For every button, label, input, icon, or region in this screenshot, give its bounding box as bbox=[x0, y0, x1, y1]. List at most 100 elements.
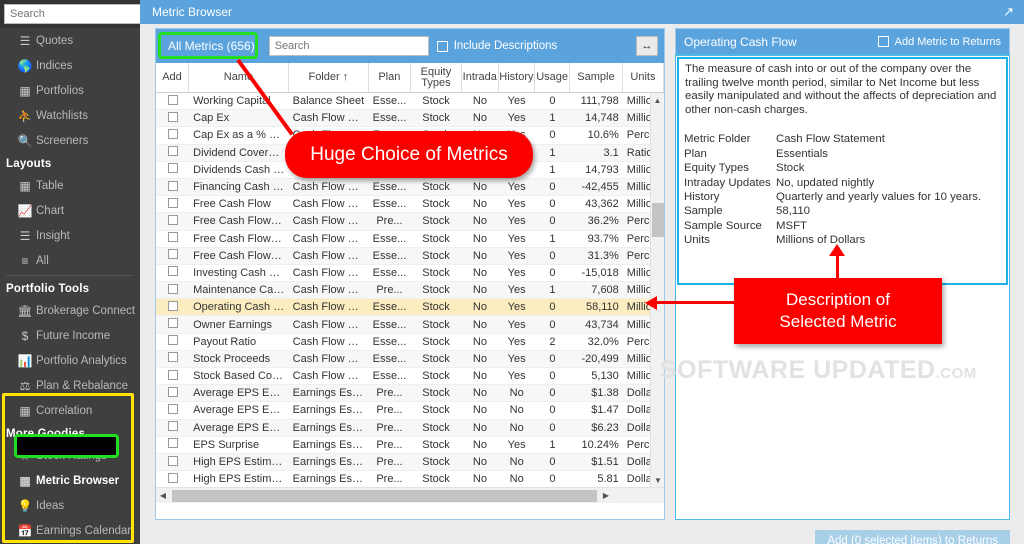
row-checkbox-cell[interactable] bbox=[156, 455, 189, 469]
row-checkbox[interactable] bbox=[167, 421, 178, 432]
row-checkbox[interactable] bbox=[167, 369, 178, 380]
row-checkbox[interactable] bbox=[167, 94, 178, 105]
row-checkbox-cell[interactable] bbox=[156, 335, 189, 348]
row-checkbox-cell[interactable] bbox=[156, 318, 189, 331]
column-header-plan[interactable]: Plan bbox=[369, 63, 411, 92]
sidebar-item-future-income[interactable]: $ Future Income bbox=[0, 323, 140, 348]
row-checkbox-cell[interactable] bbox=[156, 146, 189, 159]
sidebar-item-watchlists[interactable]: ⛹ Watchlists bbox=[0, 103, 140, 128]
row-checkbox[interactable] bbox=[167, 249, 178, 260]
column-header-equity-types[interactable]: Equity Types bbox=[411, 63, 462, 92]
sidebar-item-screeners[interactable]: 🔍 Screeners bbox=[0, 128, 140, 153]
arrows-horizontal-icon[interactable]: ↔ bbox=[636, 36, 658, 56]
row-checkbox-cell[interactable] bbox=[156, 352, 189, 365]
column-header-name[interactable]: Name bbox=[189, 63, 289, 92]
sidebar-item-table[interactable]: ▦ Table bbox=[0, 173, 140, 198]
row-checkbox-cell[interactable] bbox=[156, 438, 189, 451]
scroll-left-icon[interactable]: ◀ bbox=[156, 491, 170, 500]
sidebar-item-portfolios[interactable]: ▦ Portfolios bbox=[0, 78, 140, 103]
row-checkbox-cell[interactable] bbox=[156, 403, 189, 417]
row-checkbox-cell[interactable] bbox=[156, 163, 189, 176]
column-header-units[interactable]: Units bbox=[623, 63, 665, 92]
sidebar-item-portfolio-analytics[interactable]: 📊 Portfolio Analytics bbox=[0, 348, 140, 373]
vertical-scrollbar[interactable]: ▲ ▼ bbox=[650, 93, 664, 487]
row-checkbox-cell[interactable] bbox=[156, 283, 189, 297]
row-checkbox-cell[interactable] bbox=[156, 232, 189, 245]
row-checkbox[interactable] bbox=[167, 146, 178, 157]
table-row[interactable]: Stock Based Comp... Cash Flow Stat... Esse… bbox=[156, 368, 664, 386]
table-row[interactable]: High EPS Estimate ... Earnings Estim... Pr… bbox=[156, 471, 664, 487]
row-checkbox-cell[interactable] bbox=[156, 180, 189, 194]
row-checkbox-cell[interactable] bbox=[156, 197, 189, 211]
row-checkbox-cell[interactable] bbox=[156, 369, 189, 383]
row-checkbox-cell[interactable] bbox=[156, 300, 189, 314]
table-row[interactable]: Average EPS Estim... Earnings Estim... Pre… bbox=[156, 402, 664, 420]
sidebar-item-chart[interactable]: 📈 Chart bbox=[0, 198, 140, 223]
add-metric-to-returns-option[interactable]: Add Metric to Returns bbox=[877, 36, 1001, 48]
table-row[interactable]: High EPS Estimate ... Earnings Estim... Pr… bbox=[156, 453, 664, 472]
table-row[interactable]: Free Cash Flow as ... Cash Flow Stat... Es… bbox=[156, 247, 664, 265]
include-descriptions-checkbox[interactable] bbox=[436, 40, 448, 52]
row-checkbox-cell[interactable] bbox=[156, 249, 189, 262]
column-header-usages[interactable]: Usage bbox=[535, 63, 571, 92]
sidebar-search-input[interactable] bbox=[4, 4, 158, 24]
vertical-scroll-thumb[interactable] bbox=[652, 203, 664, 237]
scroll-up-icon[interactable]: ▲ bbox=[651, 93, 664, 107]
table-row[interactable]: Average EPS Estim... Earnings Estim... Pre… bbox=[156, 419, 664, 437]
row-checkbox[interactable] bbox=[167, 163, 178, 174]
row-checkbox-cell[interactable] bbox=[156, 94, 189, 108]
sidebar-item-metric-browser[interactable]: ▦ Metric Browser bbox=[0, 468, 140, 493]
table-row[interactable]: Stock Proceeds Cash Flow Stat... Esse... St… bbox=[156, 350, 664, 368]
row-checkbox[interactable] bbox=[167, 386, 178, 397]
row-checkbox[interactable] bbox=[167, 283, 178, 294]
row-checkbox-cell[interactable] bbox=[156, 214, 189, 228]
row-checkbox[interactable] bbox=[167, 128, 178, 139]
table-row[interactable]: Operating Cash Flow Cash Flow Stat... Esse… bbox=[156, 299, 664, 317]
sidebar-item-correlation[interactable]: ▦ Correlation bbox=[0, 398, 140, 423]
include-descriptions-option[interactable]: Include Descriptions bbox=[436, 40, 557, 52]
sidebar-item-brokerage-connect[interactable]: 🏛 Brokerage Connect bbox=[0, 298, 140, 323]
row-checkbox[interactable] bbox=[167, 214, 178, 225]
sidebar-item-indices[interactable]: 🌎 Indices bbox=[0, 53, 140, 78]
external-link-icon[interactable]: ↗ bbox=[1003, 4, 1014, 20]
sidebar-item-plan-rebalance[interactable]: ⚖ Plan & Rebalance bbox=[0, 373, 140, 398]
row-checkbox[interactable] bbox=[167, 335, 178, 346]
table-row[interactable]: Free Cash Flow Cash Flow Stat... Esse... St… bbox=[156, 196, 664, 214]
row-checkbox[interactable] bbox=[167, 352, 178, 363]
row-checkbox[interactable] bbox=[167, 300, 178, 311]
row-checkbox[interactable] bbox=[167, 318, 178, 329]
scroll-right-icon[interactable]: ▶ bbox=[599, 491, 613, 500]
sidebar-item-ideas[interactable]: 💡 Ideas bbox=[0, 493, 140, 518]
horizontal-scrollbar[interactable]: ◀ ▶ bbox=[156, 487, 664, 503]
sidebar-item-earnings-calendar[interactable]: 📅 Earnings Calendar bbox=[0, 518, 140, 543]
table-row[interactable]: Investing Cash Flow Cash Flow Stat... Esse… bbox=[156, 265, 664, 283]
sidebar-item-all[interactable]: ≡ All bbox=[0, 248, 140, 273]
row-checkbox[interactable] bbox=[167, 180, 178, 191]
column-header-history[interactable]: History bbox=[499, 63, 536, 92]
scroll-down-icon[interactable]: ▼ bbox=[651, 473, 664, 487]
metric-search-input[interactable] bbox=[268, 36, 429, 56]
row-checkbox[interactable] bbox=[167, 455, 178, 466]
table-row[interactable]: Maintenance Cap Ex Cash Flow Stat... Pre..… bbox=[156, 282, 664, 300]
add-metric-checkbox[interactable] bbox=[877, 36, 889, 47]
row-checkbox[interactable] bbox=[167, 472, 178, 483]
sidebar-item-quotes[interactable]: ☰ Quotes bbox=[0, 28, 140, 53]
row-checkbox-cell[interactable] bbox=[156, 266, 189, 279]
column-header-intraday[interactable]: Intrada bbox=[462, 63, 499, 92]
row-checkbox-cell[interactable] bbox=[156, 111, 189, 125]
row-checkbox[interactable] bbox=[167, 403, 178, 414]
row-checkbox-cell[interactable] bbox=[156, 421, 189, 434]
row-checkbox-cell[interactable] bbox=[156, 472, 189, 486]
table-row[interactable]: Owner Earnings Cash Flow Stat... Esse... St… bbox=[156, 316, 664, 334]
sidebar-item-insight[interactable]: ☰ Insight bbox=[0, 223, 140, 248]
sidebar-item-stock-ratings[interactable]: ☆ Stock Ratings bbox=[0, 443, 140, 468]
table-row[interactable]: Cap Ex Cash Flow Stat... Esse... Stock No Yes… bbox=[156, 110, 664, 128]
add-selected-to-returns-button[interactable]: Add (0 selected items) to Returns bbox=[815, 530, 1010, 544]
table-row[interactable]: Average EPS Estim... Earnings Estim... Pre… bbox=[156, 385, 664, 403]
table-row[interactable]: Payout Ratio Cash Flow Stat... Esse... Stoc… bbox=[156, 334, 664, 351]
row-checkbox[interactable] bbox=[167, 438, 178, 449]
row-checkbox[interactable] bbox=[167, 266, 178, 277]
row-checkbox[interactable] bbox=[167, 232, 178, 243]
table-row[interactable]: Financing Cash Flow Cash Flow Stat... Esse… bbox=[156, 178, 664, 197]
row-checkbox-cell[interactable] bbox=[156, 128, 189, 142]
